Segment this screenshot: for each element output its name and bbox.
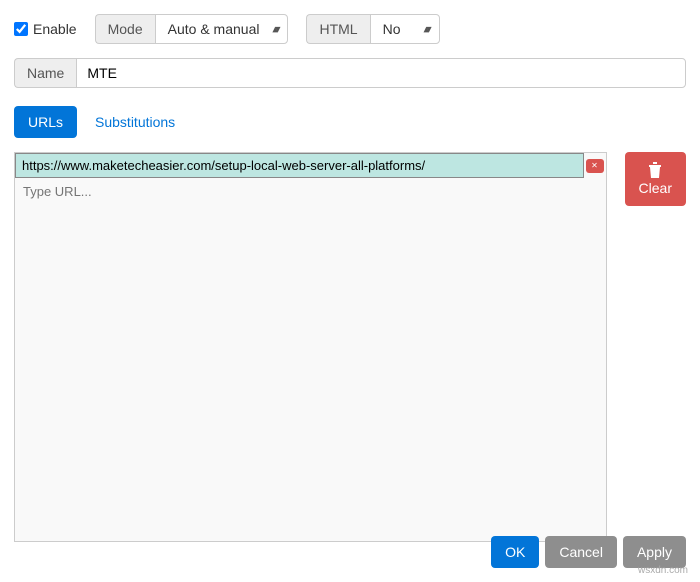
tabs-bar: URLs Substitutions <box>14 106 686 138</box>
top-controls-row: Enable Mode Auto & manual ▴▾ HTML No ▴▾ <box>14 14 686 44</box>
mode-group: Mode Auto & manual ▴▾ <box>95 14 289 44</box>
name-input[interactable] <box>76 58 686 88</box>
delete-url-button[interactable]: ✕ <box>586 159 604 173</box>
clear-button[interactable]: Clear <box>625 152 686 206</box>
url-input-new[interactable] <box>15 178 606 205</box>
tab-substitutions[interactable]: Substitutions <box>81 106 189 138</box>
close-icon: ✕ <box>591 161 598 170</box>
content-row: ✕ Clear <box>14 152 686 542</box>
enable-checkbox[interactable] <box>14 22 28 36</box>
mode-value: Auto & manual <box>168 21 260 37</box>
caret-icon: ▴▾ <box>272 23 277 36</box>
mode-select[interactable]: Auto & manual ▴▾ <box>155 14 289 44</box>
html-value: No <box>383 21 401 37</box>
url-input[interactable] <box>15 153 584 178</box>
url-list-panel: ✕ <box>14 152 607 542</box>
ok-button[interactable]: OK <box>491 536 539 568</box>
name-addon: Name <box>14 58 76 88</box>
footer-buttons: OK Cancel Apply <box>491 536 686 568</box>
html-group: HTML No ▴▾ <box>306 14 439 44</box>
enable-checkbox-wrap[interactable]: Enable <box>14 21 77 37</box>
mode-addon: Mode <box>95 14 155 44</box>
caret-icon: ▴▾ <box>424 23 429 36</box>
html-addon: HTML <box>306 14 369 44</box>
apply-button[interactable]: Apply <box>623 536 686 568</box>
trash-icon <box>648 162 662 178</box>
url-item-row <box>15 178 606 205</box>
clear-label: Clear <box>639 180 672 196</box>
tab-urls[interactable]: URLs <box>14 106 77 138</box>
name-row: Name <box>14 58 686 88</box>
cancel-button[interactable]: Cancel <box>545 536 617 568</box>
enable-label: Enable <box>33 21 77 37</box>
url-item-row: ✕ <box>15 153 606 178</box>
html-select[interactable]: No ▴▾ <box>370 14 440 44</box>
watermark-text: wsxdn.com <box>638 565 688 576</box>
